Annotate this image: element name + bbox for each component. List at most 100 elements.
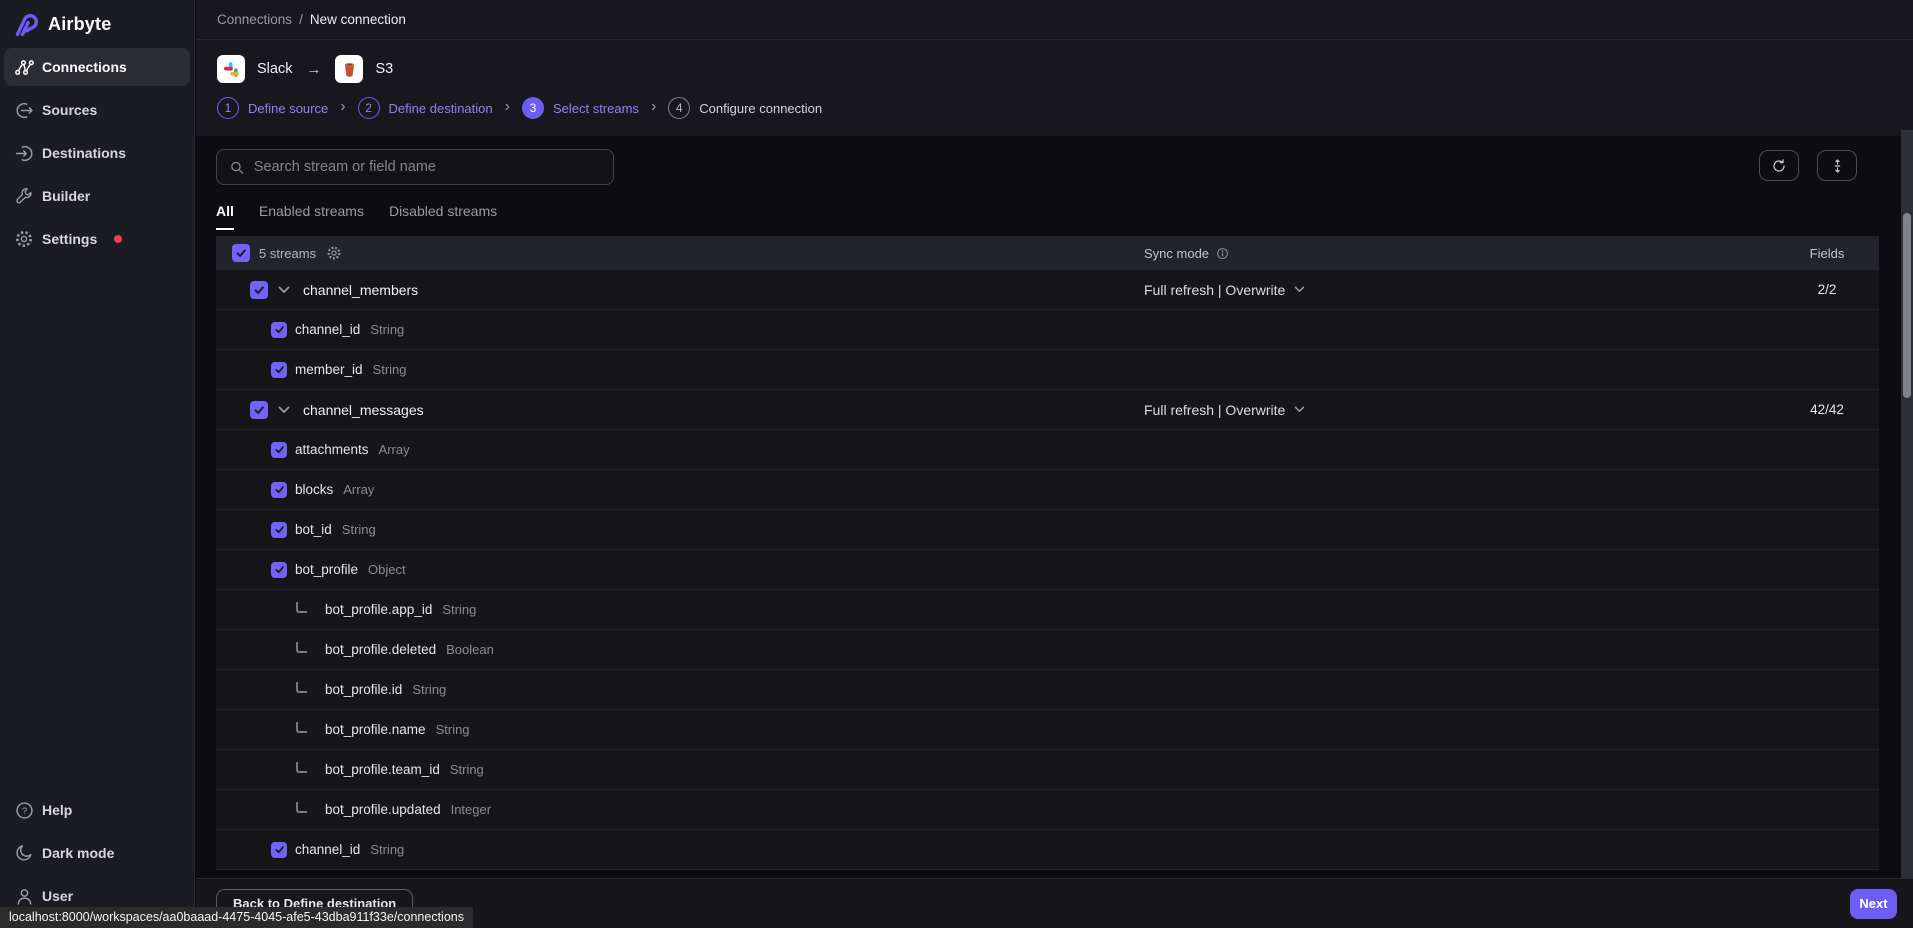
slack-icon xyxy=(217,55,245,83)
sidebar-item-label: User xyxy=(42,888,73,904)
step-configure-connection[interactable]: 4 Configure connection xyxy=(668,97,822,119)
airbyte-logo-icon xyxy=(13,11,40,38)
tab-all[interactable]: All xyxy=(216,203,234,230)
field-datatype: String xyxy=(412,682,446,697)
fields-count: 42/42 xyxy=(1762,402,1892,417)
field-datatype: String xyxy=(373,362,407,377)
svg-text:?: ? xyxy=(21,806,26,817)
step-label: Select streams xyxy=(553,101,639,116)
field-datatype: String xyxy=(436,722,470,737)
destinations-icon xyxy=(13,142,35,164)
tab-enabled-streams[interactable]: Enabled streams xyxy=(259,203,364,230)
status-bar-url: localhost:8000/workspaces/aa0baaad-4475-… xyxy=(0,907,473,928)
step-number: 3 xyxy=(522,97,544,119)
sidebar-item-builder[interactable]: Builder xyxy=(4,177,190,215)
sync-mode-value: Full refresh | Overwrite xyxy=(1144,282,1285,298)
expand-collapse-icon xyxy=(1830,158,1845,174)
main-area: Connections / New connection Slack → xyxy=(196,0,1913,928)
refresh-schema-button[interactable] xyxy=(1759,150,1799,181)
chevron-down-icon[interactable] xyxy=(278,406,290,414)
tab-disabled-streams[interactable]: Disabled streams xyxy=(389,203,497,230)
tree-elbow-icon xyxy=(296,682,307,693)
select-all-checkbox[interactable] xyxy=(232,244,250,262)
app-title: Airbyte xyxy=(48,14,111,35)
field-datatype: String xyxy=(442,602,476,617)
field-row: blocks Array xyxy=(216,470,1879,510)
step-label: Configure connection xyxy=(699,101,822,116)
field-datatype: String xyxy=(370,322,404,337)
breadcrumb-separator: / xyxy=(299,12,303,27)
field-datatype: String xyxy=(342,522,376,537)
sidebar-item-destinations[interactable]: Destinations xyxy=(4,134,190,172)
field-name: bot_profile xyxy=(295,562,358,577)
sync-mode-header-label: Sync mode xyxy=(1144,246,1209,261)
sidebar-item-sources[interactable]: Sources xyxy=(4,91,190,129)
stream-checkbox[interactable] xyxy=(250,401,268,419)
refresh-icon xyxy=(1771,158,1787,174)
field-row: member_id String xyxy=(216,350,1879,390)
nested-field-row: bot_profile.updated Integer xyxy=(216,790,1879,830)
field-checkbox[interactable] xyxy=(271,322,287,338)
chevron-down-icon[interactable] xyxy=(1294,406,1305,413)
step-define-source[interactable]: 1 Define source xyxy=(217,97,328,119)
sidebar-item-help[interactable]: ? Help xyxy=(4,791,190,829)
chevron-right-icon: › xyxy=(340,99,345,117)
field-checkbox[interactable] xyxy=(271,482,287,498)
search-input[interactable] xyxy=(254,159,601,175)
stream-checkbox[interactable] xyxy=(250,281,268,299)
sidebar-item-label: Builder xyxy=(42,188,90,204)
tree-elbow-icon xyxy=(296,602,307,613)
field-name: bot_profile.id xyxy=(325,682,402,697)
field-datatype: Boolean xyxy=(446,642,494,657)
info-icon[interactable] xyxy=(1216,247,1229,260)
airbyte-logo[interactable]: Airbyte xyxy=(0,0,194,40)
connections-icon xyxy=(13,56,35,78)
field-checkbox[interactable] xyxy=(271,562,287,578)
nested-field-row: bot_profile.name String xyxy=(216,710,1879,750)
chevron-down-icon[interactable] xyxy=(1294,286,1305,293)
tree-elbow-icon xyxy=(296,762,307,773)
sidebar-item-label: Dark mode xyxy=(42,845,114,861)
sidebar-item-label: Sources xyxy=(42,102,97,118)
field-name: bot_profile.updated xyxy=(325,802,441,817)
field-datatype: String xyxy=(370,842,404,857)
tree-elbow-icon xyxy=(296,642,307,653)
field-datatype: Integer xyxy=(451,802,491,817)
scrollbar-track[interactable] xyxy=(1901,130,1913,878)
airbyte-app: Airbyte Connections xyxy=(0,0,1913,928)
sidebar-item-label: Connections xyxy=(42,59,127,75)
step-define-destination[interactable]: 2 Define destination xyxy=(358,97,493,119)
field-checkbox[interactable] xyxy=(271,442,287,458)
fields-header: Fields xyxy=(1762,246,1892,261)
scrollbar-thumb[interactable] xyxy=(1903,213,1911,398)
collapse-rows-button[interactable] xyxy=(1817,150,1857,181)
stream-search xyxy=(216,149,614,185)
field-checkbox[interactable] xyxy=(271,842,287,858)
notification-dot xyxy=(114,235,122,243)
chevron-down-icon[interactable] xyxy=(278,286,290,294)
nested-field-row: bot_profile.team_id String xyxy=(216,750,1879,790)
breadcrumb-connections-link[interactable]: Connections xyxy=(217,12,292,27)
next-button[interactable]: Next xyxy=(1850,889,1897,919)
step-select-streams[interactable]: 3 Select streams xyxy=(522,97,639,119)
gear-icon[interactable] xyxy=(326,245,342,261)
source-name: Slack xyxy=(257,61,292,77)
s3-bucket-icon xyxy=(335,55,363,83)
gear-icon xyxy=(13,228,35,250)
sidebar-item-dark-mode[interactable]: Dark mode xyxy=(4,834,190,872)
sidebar: Airbyte Connections xyxy=(0,0,195,928)
connector-title: Slack → S3 xyxy=(217,40,1913,83)
sidebar-bottom: ? Help Dark mode xyxy=(0,791,194,920)
sync-mode-value: Full refresh | Overwrite xyxy=(1144,402,1285,418)
field-datatype: String xyxy=(450,762,484,777)
field-checkbox[interactable] xyxy=(271,362,287,378)
sidebar-item-connections[interactable]: Connections xyxy=(4,48,190,86)
sidebar-item-settings[interactable]: Settings xyxy=(4,220,190,258)
table-actions xyxy=(1759,150,1857,181)
sidebar-item-label: Settings xyxy=(42,231,97,247)
field-checkbox[interactable] xyxy=(271,522,287,538)
field-name: bot_profile.team_id xyxy=(325,762,440,777)
step-number: 1 xyxy=(217,97,239,119)
user-icon xyxy=(13,885,35,907)
field-row: channel_id String xyxy=(216,830,1879,870)
